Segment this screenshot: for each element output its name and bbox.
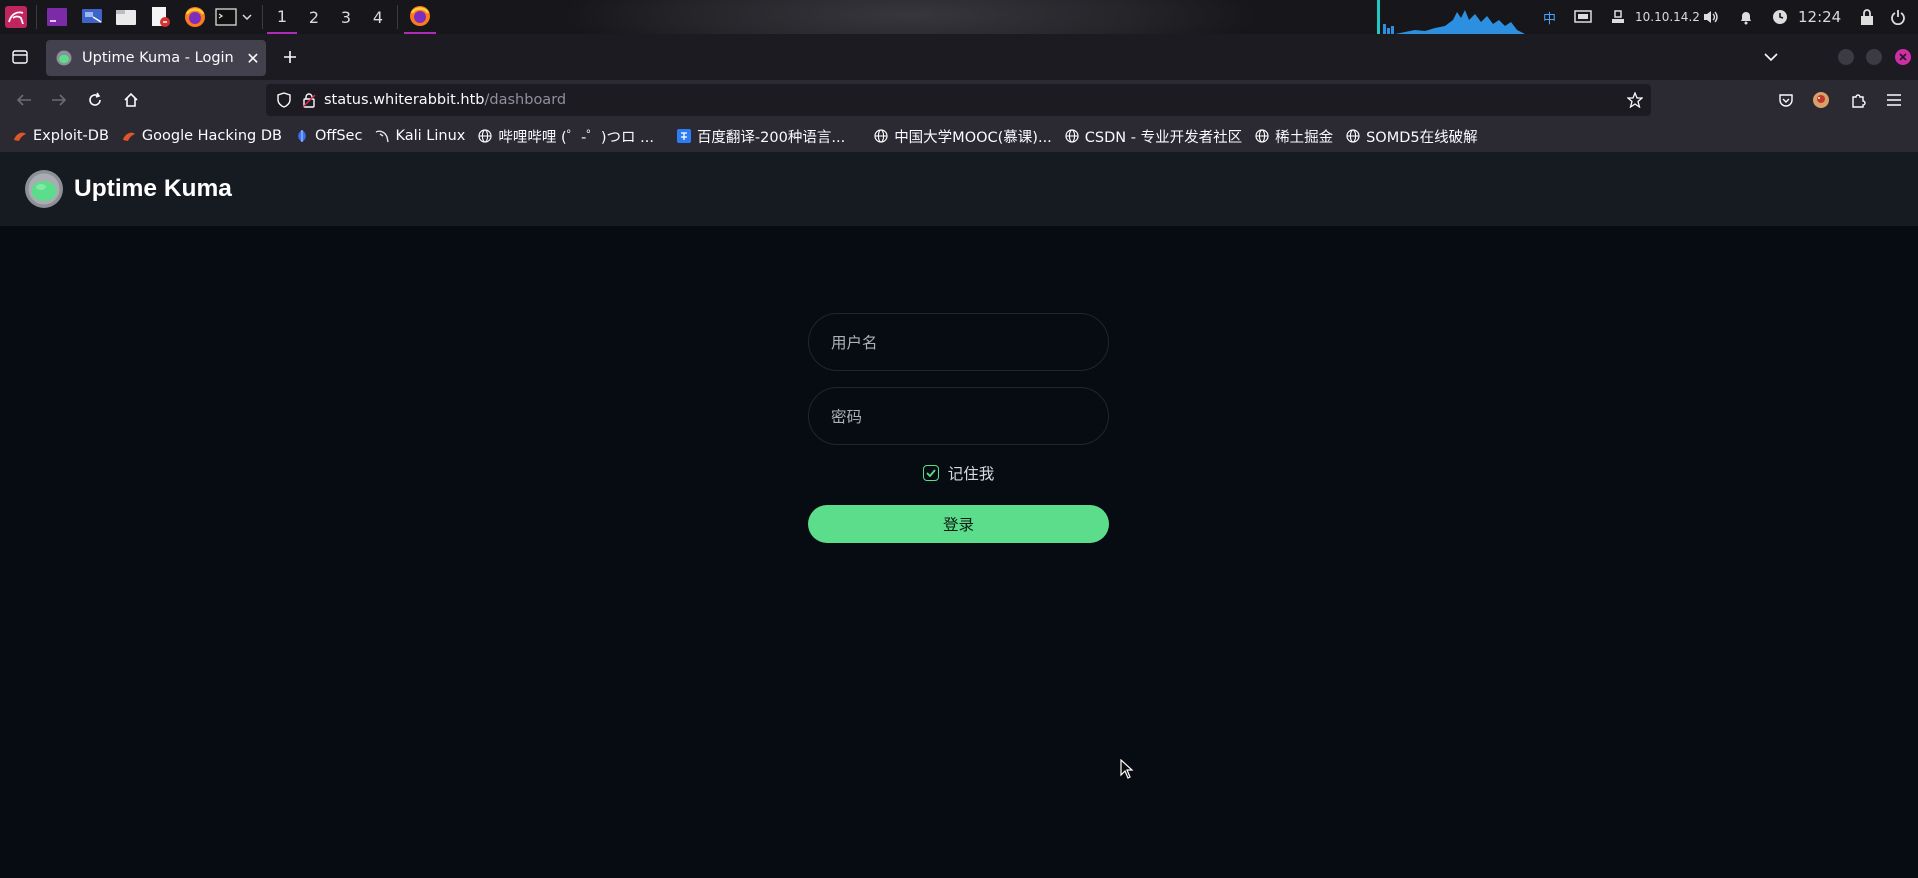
bookmark-label: Google Hacking DB xyxy=(141,128,282,144)
offsec-icon xyxy=(294,128,310,144)
bookmark-icourse-mooc[interactable]: 中国大学MOOC(慕课)... xyxy=(869,123,1058,149)
browser-nav-bar: status.whiterabbit.htb/dashboard xyxy=(0,80,1918,120)
tab-title: Uptime Kuma - Login xyxy=(82,50,234,66)
bookmark-label: Exploit-DB xyxy=(33,128,109,144)
text-editor-icon[interactable] xyxy=(148,4,172,30)
new-tab-icon[interactable] xyxy=(274,41,306,73)
password-input[interactable]: 密码 xyxy=(808,387,1109,445)
minimize-window-icon[interactable] xyxy=(1838,49,1854,65)
browser-tab-active[interactable]: Uptime Kuma - Login ✕ xyxy=(46,40,266,76)
bookmark-label: 稀土掘金 xyxy=(1275,129,1334,146)
terminal-purple-icon[interactable] xyxy=(45,4,69,30)
bookmark-offsec[interactable]: OffSec xyxy=(290,123,369,149)
workspace-3[interactable]: 3 xyxy=(331,0,361,34)
kali-icon xyxy=(374,128,390,144)
ip-address: 10.10.14.2 xyxy=(1635,10,1700,24)
uptime-kuma-favicon-icon xyxy=(56,50,72,66)
globe-icon xyxy=(1064,128,1080,144)
firefox-icon xyxy=(410,6,430,26)
exploit-db-icon xyxy=(12,128,28,144)
bookmark-label: 哔哩哔哩 (゜-゜)つロ ... xyxy=(498,129,654,146)
wallpaper-glimpse xyxy=(560,0,1260,34)
bookmark-baidu-translate[interactable]: 百度翻译-200种语言... xyxy=(672,123,851,149)
bookmarks-toolbar: Exploit-DB Google Hacking DB OffSec Kali… xyxy=(0,120,1918,152)
bookmark-google-hacking-db[interactable]: Google Hacking DB xyxy=(117,123,288,149)
volume-icon[interactable] xyxy=(1700,4,1722,30)
close-window-icon[interactable] xyxy=(1895,49,1911,65)
firefox-window-task[interactable] xyxy=(404,0,436,34)
notification-bell-icon[interactable] xyxy=(1736,4,1756,30)
lock-screen-icon[interactable] xyxy=(1857,4,1877,30)
app-header: Uptime Kuma xyxy=(0,152,1918,226)
tab-close-icon[interactable]: ✕ xyxy=(240,45,266,71)
firefox-view-icon[interactable] xyxy=(4,41,36,73)
firefox-launcher-icon[interactable] xyxy=(183,4,207,30)
url-bar[interactable]: status.whiterabbit.htb/dashboard xyxy=(266,84,1651,116)
globe-icon xyxy=(1254,128,1270,144)
system-taskbar: 1 2 3 4 中 10.10.14.2 12:24 xyxy=(0,0,1918,34)
workspace-4[interactable]: 4 xyxy=(363,0,393,34)
remember-me[interactable]: 记住我 xyxy=(808,461,1109,485)
bookmark-label: CSDN - 专业开发者社区 xyxy=(1084,129,1243,146)
extensions-puzzle-icon[interactable] xyxy=(1842,84,1874,116)
bookmark-csdn[interactable]: CSDN - 专业开发者社区 xyxy=(1060,123,1248,149)
bookmark-label: OffSec xyxy=(314,128,363,144)
bookmark-star-icon[interactable] xyxy=(1627,92,1643,108)
connection-lock-icon[interactable] xyxy=(302,92,316,108)
ghdb-icon xyxy=(121,128,137,144)
bookmark-label: 中国大学MOOC(慕课)... xyxy=(894,129,1052,146)
home-icon[interactable] xyxy=(115,84,147,116)
url-host: status.whiterabbit.htb xyxy=(324,92,485,108)
url-path: /dashboard xyxy=(484,92,567,108)
workspace-1[interactable]: 1 xyxy=(267,0,297,34)
page-content: Uptime Kuma 用户名 密码 记住我 登录 xyxy=(0,152,1918,878)
display-icon[interactable] xyxy=(1572,4,1594,30)
back-icon[interactable] xyxy=(8,84,40,116)
shield-icon[interactable] xyxy=(276,92,292,108)
file-manager-icon[interactable] xyxy=(114,4,138,30)
uptime-kuma-logo-icon xyxy=(25,170,63,208)
clock-icon xyxy=(1770,4,1790,30)
globe-icon xyxy=(477,128,493,144)
remember-me-checkbox[interactable] xyxy=(922,465,939,481)
ime-indicator[interactable]: 中 xyxy=(1543,0,1556,34)
username-input[interactable]: 用户名 xyxy=(808,313,1109,371)
chevron-down-icon[interactable] xyxy=(240,4,254,30)
brand-link[interactable]: Uptime Kuma xyxy=(24,169,232,209)
mouse-cursor-icon xyxy=(1120,759,1134,779)
bookmark-label: SOMD5在线破解 xyxy=(1366,129,1478,146)
kali-menu-icon[interactable] xyxy=(3,4,29,30)
network-icon[interactable] xyxy=(1607,4,1629,30)
globe-icon xyxy=(1345,128,1361,144)
login-form: 用户名 密码 记住我 登录 xyxy=(808,313,1109,543)
hamburger-menu-icon[interactable] xyxy=(1878,84,1910,116)
bookmark-label: Kali Linux xyxy=(395,128,466,144)
workspace-2[interactable]: 2 xyxy=(299,0,329,34)
baidu-translate-icon xyxy=(676,128,692,144)
browser-tab-bar: Uptime Kuma - Login ✕ xyxy=(0,34,1918,80)
clock-time[interactable]: 12:24 xyxy=(1798,0,1841,34)
bookmark-exploit-db[interactable]: Exploit-DB xyxy=(8,123,115,149)
forward-icon[interactable] xyxy=(43,84,75,116)
pocket-icon[interactable] xyxy=(1770,84,1802,116)
url-text: status.whiterabbit.htb/dashboard xyxy=(324,92,566,108)
bookmark-kali-linux[interactable]: Kali Linux xyxy=(370,123,471,149)
network-graph xyxy=(1377,0,1525,34)
maximize-window-icon[interactable] xyxy=(1866,49,1882,65)
checkmark-icon xyxy=(926,469,936,477)
reload-icon[interactable] xyxy=(79,84,111,116)
bookmark-juejin[interactable]: 稀土掘金 xyxy=(1250,123,1339,149)
globe-icon xyxy=(873,128,889,144)
terminal-icon[interactable] xyxy=(214,4,238,30)
workspace-switcher-icon[interactable] xyxy=(80,4,104,30)
list-all-tabs-icon[interactable] xyxy=(1755,41,1787,73)
bookmark-somd5[interactable]: SOMD5在线破解 xyxy=(1341,123,1484,149)
extension-avatar-icon[interactable] xyxy=(1805,84,1837,116)
bookmark-label: 百度翻译-200种语言... xyxy=(696,129,846,146)
remember-me-label: 记住我 xyxy=(947,465,995,483)
brand-title: Uptime Kuma xyxy=(74,175,232,202)
bookmark-bilibili[interactable]: 哔哩哔哩 (゜-゜)つロ ... xyxy=(473,123,660,149)
power-icon[interactable] xyxy=(1887,4,1909,30)
login-button[interactable]: 登录 xyxy=(808,505,1109,543)
